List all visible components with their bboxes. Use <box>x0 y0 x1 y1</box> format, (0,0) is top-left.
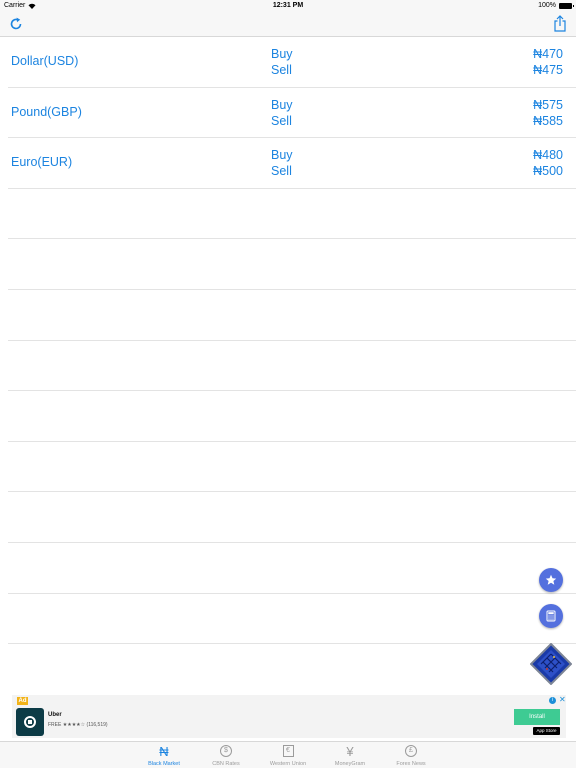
currency-name: Pound(GBP) <box>11 104 82 119</box>
buy-price: ₦575 <box>533 97 563 112</box>
rate-labels: Buy Sell <box>271 147 293 179</box>
status-bar: Carrier 12:31 PM 100% <box>0 0 576 12</box>
empty-row <box>8 492 576 543</box>
rate-prices: ₦575 ₦585 <box>533 97 563 129</box>
buy-price: ₦480 <box>533 148 563 163</box>
app-store-badge: App Store <box>533 727 560 735</box>
empty-row <box>8 594 576 645</box>
buy-label: Buy <box>271 97 293 112</box>
rate-labels: Buy Sell <box>271 46 293 78</box>
tab-bar: ₦ Black Market $ CBN Rates € Western Uni… <box>0 741 576 768</box>
rate-row-eur[interactable]: Euro(EUR) Buy Sell ₦480 ₦500 <box>8 138 576 189</box>
currency-name: Dollar(USD) <box>11 54 79 68</box>
uber-mark-icon <box>24 716 36 728</box>
rate-prices: ₦470 ₦475 <box>533 46 563 78</box>
buy-price: ₦470 <box>533 47 563 61</box>
empty-row <box>8 391 576 442</box>
uber-logo-icon <box>16 708 44 736</box>
sell-label: Sell <box>271 164 292 179</box>
yen-icon: ¥ <box>346 743 354 759</box>
sell-price: ₦500 <box>533 164 563 179</box>
ad-subtitle: FREE ★★★★☆ (116,519) <box>48 722 108 728</box>
tab-label: Forex News <box>396 761 426 767</box>
rate-row-gbp[interactable]: Pound(GBP) Buy Sell ₦575 ₦585 <box>8 88 576 139</box>
tab-black-market[interactable]: ₦ Black Market <box>134 744 194 768</box>
sell-price: ₦585 <box>533 113 563 128</box>
ad-info-icon[interactable]: i <box>549 697 556 704</box>
tab-cbn-rates[interactable]: $ CBN Rates <box>196 744 256 768</box>
sell-label: Sell <box>271 113 292 128</box>
ad-badge: Ad <box>17 697 28 705</box>
tab-western-union[interactable]: € Western Union <box>258 744 318 768</box>
battery-indicator: 100% <box>538 2 574 9</box>
tab-label: CBN Rates <box>212 761 240 767</box>
tab-label: Black Market <box>148 761 180 767</box>
empty-row <box>8 543 576 594</box>
ad-banner[interactable]: Ad Uber FREE ★★★★☆ (116,519) Install App… <box>12 695 566 738</box>
ad-close-icon[interactable]: ✕ <box>559 696 566 704</box>
install-button[interactable]: Install <box>514 709 560 725</box>
empty-row <box>8 290 576 341</box>
rate-list: Dollar(USD) Buy Sell ₦470 ₦475 Pound(GBP… <box>0 37 576 645</box>
tab-forex-news[interactable]: £ Forex News <box>381 744 441 768</box>
buy-label: Buy <box>271 47 293 61</box>
empty-row <box>8 442 576 493</box>
tab-moneygram[interactable]: ¥ MoneyGram <box>320 744 380 768</box>
status-time: 12:31 PM <box>272 2 304 9</box>
currency-name: Euro(EUR) <box>11 155 73 170</box>
share-icon[interactable] <box>553 15 567 32</box>
tab-label: Western Union <box>269 761 307 767</box>
battery-icon <box>559 2 574 9</box>
empty-row <box>8 189 576 240</box>
euro-icon: € <box>282 745 294 757</box>
sell-price: ₦475 <box>533 63 563 77</box>
rate-prices: ₦480 ₦500 <box>533 147 563 179</box>
pound-icon: £ <box>405 745 417 757</box>
buy-label: Buy <box>271 148 293 163</box>
rate-labels: Buy Sell <box>271 97 293 129</box>
naira-icon: ₦ <box>159 743 169 759</box>
navigation-bar <box>0 12 576 37</box>
diamond-app-icon[interactable] <box>530 643 572 685</box>
battery-percent: 100% <box>538 2 556 9</box>
tab-label: MoneyGram <box>334 761 366 767</box>
empty-row <box>8 341 576 392</box>
ad-app-name: Uber <box>48 712 62 718</box>
star-icon <box>545 574 557 585</box>
sell-label: Sell <box>271 63 292 77</box>
rate-row-usd[interactable]: Dollar(USD) Buy Sell ₦470 ₦475 <box>8 37 576 88</box>
calculator-button[interactable] <box>539 604 563 628</box>
empty-row <box>8 239 576 290</box>
calculator-icon <box>546 610 556 622</box>
refresh-icon[interactable] <box>9 17 23 31</box>
dollar-icon: $ <box>220 745 232 757</box>
favorites-button[interactable] <box>539 568 563 592</box>
